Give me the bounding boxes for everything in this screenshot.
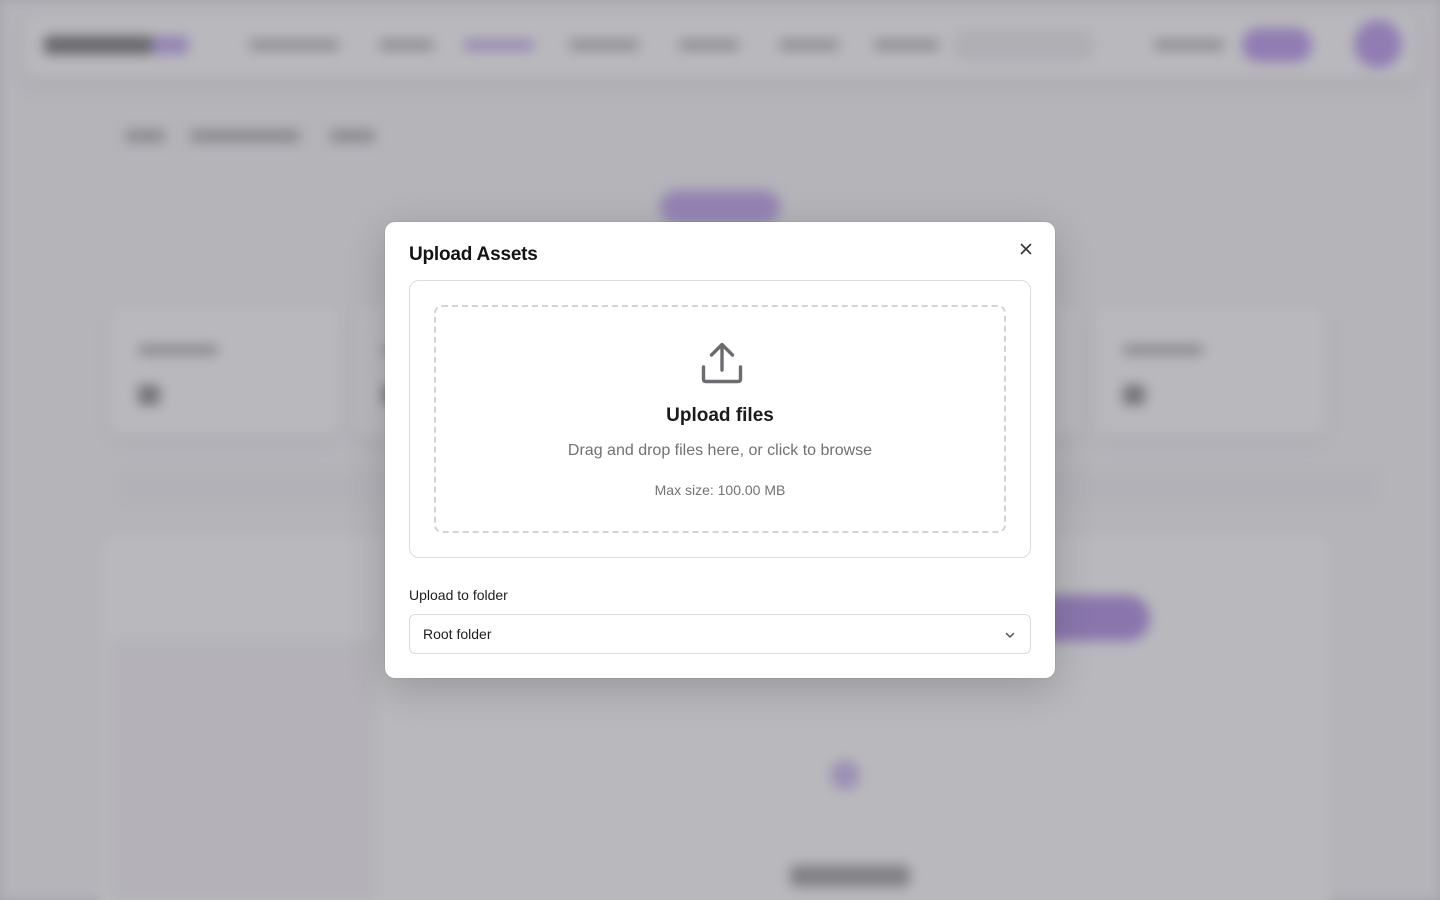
dropzone-container: Upload files Drag and drop files here, o…	[409, 280, 1031, 558]
file-dropzone[interactable]: Upload files Drag and drop files here, o…	[434, 305, 1006, 533]
folder-label: Upload to folder	[409, 587, 508, 603]
close-button[interactable]	[1013, 236, 1039, 262]
chevron-down-icon	[1005, 632, 1015, 638]
folder-select-value: Root folder	[423, 626, 492, 642]
dialog-title: Upload Assets	[409, 244, 538, 265]
upload-assets-dialog: Upload Assets Upload files Drag and drop…	[385, 222, 1055, 678]
dropzone-subtitle: Drag and drop files here, or click to br…	[567, 442, 873, 459]
upload-icon	[701, 342, 743, 384]
close-icon	[1020, 243, 1032, 255]
dropzone-title: Upload files	[666, 405, 774, 426]
folder-select[interactable]: Root folder	[409, 614, 1031, 654]
max-size-note: Max size: 100.00 MB	[654, 482, 786, 498]
